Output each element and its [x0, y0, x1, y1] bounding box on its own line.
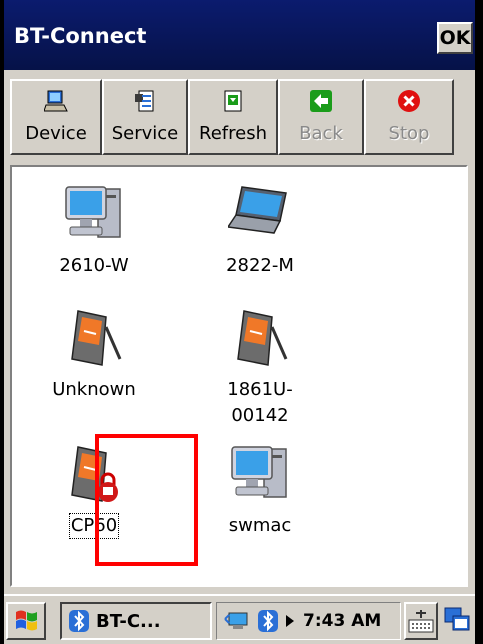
device-item-cp60[interactable]: CP60	[39, 443, 149, 539]
back-button[interactable]: Back	[278, 79, 364, 155]
stop-label: Stop	[388, 123, 430, 144]
device-name: 2610-W	[59, 255, 129, 276]
device-label: Device	[25, 123, 87, 144]
device-name: CP60	[39, 513, 149, 539]
stop-button[interactable]: Stop	[364, 79, 454, 155]
title-bar: BT-Connect OK	[4, 0, 475, 70]
device-item-2610-w[interactable]: 2610-W	[39, 183, 149, 279]
pda-locked-icon	[71, 446, 118, 502]
service-button[interactable]: Service	[102, 79, 188, 155]
ok-button[interactable]: OK	[437, 22, 473, 54]
clock[interactable]: 7:43 AM	[303, 611, 381, 631]
show-desktop-button[interactable]	[442, 602, 472, 640]
network-icon[interactable]	[223, 609, 253, 633]
device-name: Unknown	[52, 379, 136, 400]
toolbar: Device Service Refresh Back Stop	[10, 79, 468, 159]
device-item-2822-m[interactable]: 2822-M	[205, 183, 315, 279]
device-item-swmac[interactable]: swmac	[205, 443, 315, 539]
device-name: swmac	[228, 515, 292, 536]
tray-arrow-icon[interactable]	[285, 614, 295, 628]
desktop-computer-icon	[65, 186, 121, 238]
start-button[interactable]	[6, 602, 46, 640]
refresh-icon	[224, 90, 242, 112]
device-list: 2610-W 2822-M Unknown 1861U- 00142 CP60 …	[10, 165, 468, 587]
device-icon	[44, 90, 68, 112]
device-name: 2822-M	[226, 255, 294, 276]
refresh-button[interactable]: Refresh	[188, 79, 278, 155]
system-tray: 7:43 AM	[216, 602, 401, 640]
refresh-label: Refresh	[199, 123, 267, 144]
keyboard-button[interactable]	[404, 602, 438, 640]
stop-icon	[398, 90, 420, 112]
device-item-1861u-00142[interactable]: 1861U- 00142	[205, 307, 315, 429]
laptop-icon	[228, 186, 287, 234]
desktop-computer-icon	[231, 446, 287, 498]
taskbar: BT-C... 7:43 AM	[4, 594, 475, 644]
device-button[interactable]: Device	[10, 79, 102, 155]
service-label: Service	[111, 123, 179, 144]
back-arrow-icon	[310, 90, 332, 112]
windows-flag-icon	[16, 610, 37, 631]
device-name: 1861U- 00142	[227, 379, 293, 426]
selected-device-label: CP60	[68, 513, 120, 539]
keyboard-icon	[408, 610, 434, 633]
task-button-bt-connect[interactable]: BT-C...	[60, 602, 212, 640]
pda-icon	[71, 310, 122, 366]
window-title: BT-Connect	[14, 24, 147, 48]
pda-icon	[237, 310, 288, 366]
app-window: BT-Connect OK Device Service Refresh Bac…	[4, 0, 475, 644]
service-icon	[135, 90, 154, 112]
desktop-windows-icon	[444, 607, 470, 631]
bluetooth-icon	[69, 610, 89, 632]
device-item-unknown[interactable]: Unknown	[39, 307, 149, 403]
bluetooth-icon[interactable]	[257, 609, 279, 633]
back-label: Back	[299, 123, 343, 144]
task-button-label: BT-C...	[96, 610, 161, 632]
